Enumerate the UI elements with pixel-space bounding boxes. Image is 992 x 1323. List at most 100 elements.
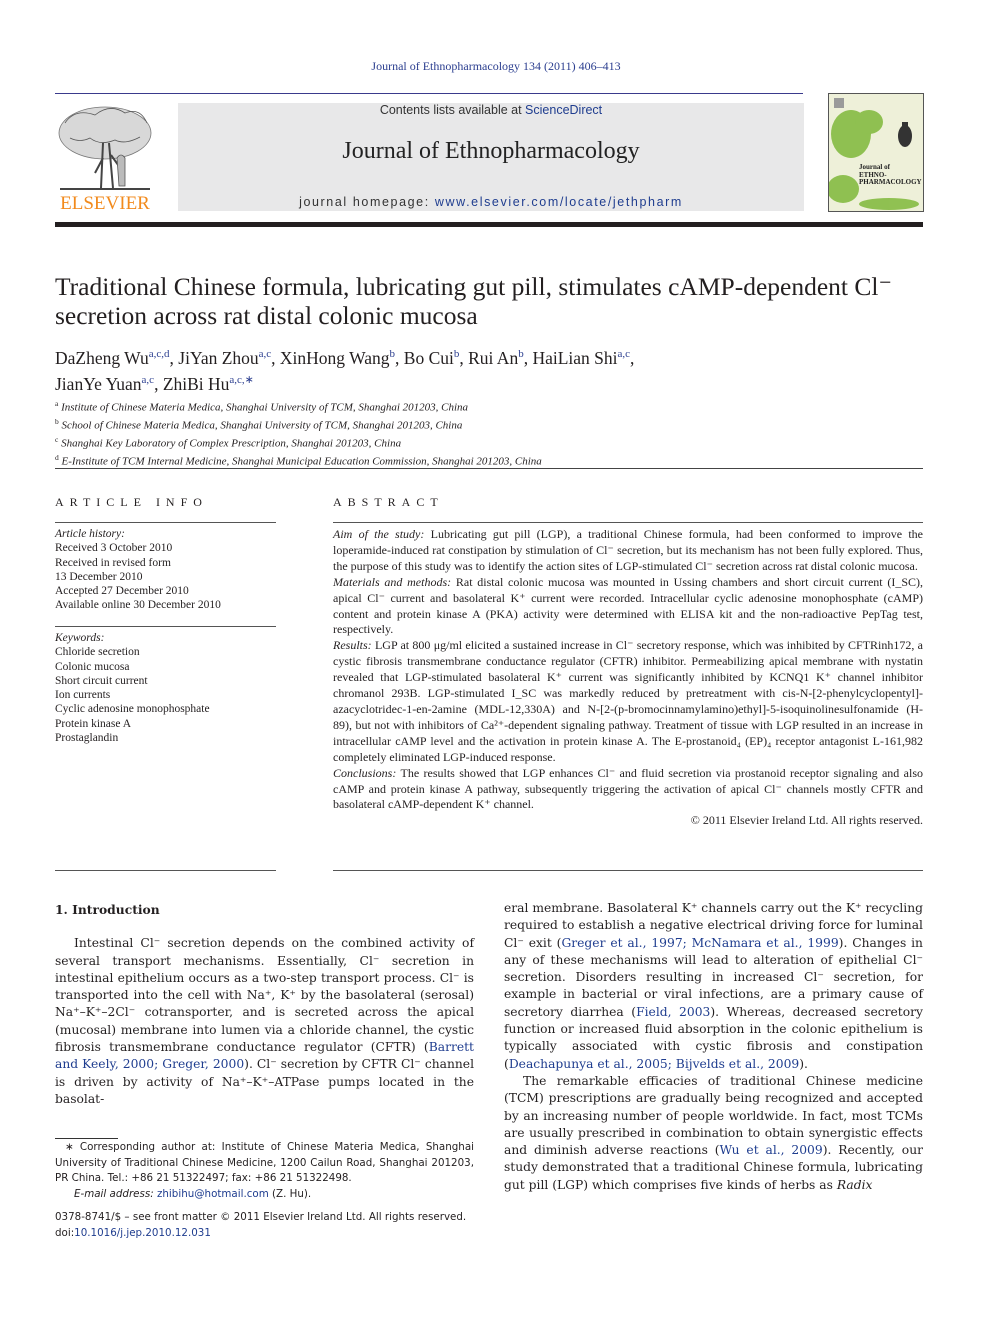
author: HaiLian Shia,c [532,348,630,368]
email-link[interactable]: zhibihu@hotmail.com [157,1188,269,1200]
paragraph-italic-text: Radix [836,1177,873,1192]
abstract-rule [333,522,923,523]
author-name: JiYan Zhou [178,347,259,368]
affiliation-text: Shanghai Key Laboratory of Complex Presc… [61,437,402,450]
abstract-section-lead: Aim of the study: [333,527,425,541]
keywords-rule [55,626,276,627]
abstract-section-results: Results: LGP at 800 μg/ml elicited a sus… [333,638,923,765]
author-affiliation-marks[interactable]: a,c,∗ [229,374,253,386]
abstract-section-text: The results showed that LGP enhances Cl⁻… [333,765,923,812]
author: Rui Anb [468,348,524,368]
history-item: Accepted 27 December 2010 [55,585,189,598]
body-paragraph: The remarkable efficacies of traditional… [504,1073,923,1194]
author-name: Rui An [468,347,519,368]
keyword: Chloride secretion [55,646,140,659]
keywords-heading: Keywords: [55,632,105,644]
affiliation-text: E-Institute of TCM Internal Medicine, Sh… [61,456,542,469]
contents-prefix: Contents lists available at [379,103,526,117]
affiliation-text: School of Chinese Materia Medica, Shangh… [61,419,463,432]
citation-link[interactable]: Greger et al., 1997; McNamara et al., 19… [561,936,838,950]
author-name: XinHong Wang [279,347,390,368]
history-item: Received in revised form [55,556,171,569]
history-item: Received 3 October 2010 [55,542,173,555]
citation-link[interactable]: Deachapunya et al., 2005; Bijvelds et al… [509,1057,799,1071]
author: Bo Cuib [404,348,460,368]
abstract-section-lead: Conclusions: [333,765,397,780]
article-info-end-rule [55,870,276,871]
header-thick-rule [55,222,923,227]
front-matter-text: 0378-8741/$ – see front matter © 2011 El… [55,1211,467,1223]
corresponding-author-text: ∗ Corresponding author at: Institute of … [55,1141,474,1184]
keyword: Prostaglandin [55,732,119,745]
cover-illustration-icon [829,98,919,210]
author-affiliation-marks[interactable]: b [390,348,396,360]
elsevier-logo[interactable]: ELSEVIER [55,103,155,215]
article-info-rule [55,522,276,523]
abstract-section-lead: Materials and methods: [333,574,452,589]
corresponding-author-footnote: ∗ Corresponding author at: Institute of … [55,1140,474,1202]
abstract-copyright: © 2011 Elsevier Ireland Ltd. All rights … [690,813,923,828]
article-title: Traditional Chinese formula, lubricating… [55,272,892,330]
email-label: E-mail address: [74,1187,154,1200]
affiliation-mark: c [55,435,59,445]
tree-icon [58,106,152,190]
article-info-label: ARTICLE INFO [55,495,208,509]
homepage-line: journal homepage: www.elsevier.com/locat… [178,195,804,209]
author-affiliation-marks[interactable]: a,c,d [149,348,170,360]
keyword: Short circuit current [55,674,148,687]
abstract-section-lead: Results: [333,638,372,653]
article-history: Article history: Received 3 October 2010… [55,527,276,613]
body-column-right: eral membrane. Basolateral K⁺ channels c… [504,900,923,1194]
author: JiYan Zhoua,c [178,348,271,368]
body-column-left: 1. Introduction Intestinal Cl⁻ secretion… [55,901,474,1108]
author-affiliation-marks[interactable]: a,c [618,348,631,360]
citation-link[interactable]: Wu et al., 2009 [720,1143,823,1157]
doi-label: doi: [55,1226,75,1239]
author-name: DaZheng Wu [55,347,149,368]
affiliation: d E-Institute of TCM Internal Medicine, … [55,451,935,469]
affiliation: b School of Chinese Materia Medica, Shan… [55,415,935,433]
footnote-rule [55,1138,118,1139]
affiliation-mark: b [55,417,59,427]
journal-cover-thumbnail[interactable]: Journal of ETHNO- PHARMACOLOGY [828,93,924,212]
cover-title-line: PHARMACOLOGY [859,178,922,186]
doi-link[interactable]: 10.1016/j.jep.2010.12.031 [74,1227,211,1239]
homepage-prefix: journal homepage: [299,195,435,209]
publisher-wordmark: ELSEVIER [60,193,150,214]
abstract-section-conclusions: Conclusions: The results showed that LGP… [333,766,923,814]
author-name: JianYe Yuan [55,373,142,394]
keyword: Colonic mucosa [55,660,130,673]
author-affiliation-marks[interactable]: a,c [142,374,155,386]
history-item: Available online 30 December 2010 [55,599,221,612]
email-suffix: (Z. Hu). [268,1187,312,1200]
doi-line: doi:10.1016/j.jep.2010.12.031 [55,1226,474,1242]
abstract-label: ABSTRACT [333,495,444,509]
abstract-section-text: LGP at 800 μg/ml elicited a sustained in… [333,638,923,764]
keyword: Protein kinase A [55,717,132,730]
contents-line: Contents lists available at ScienceDirec… [178,103,804,117]
abstract-body: Aim of the study: Lubricating gut pill (… [333,527,923,829]
email-line: E-mail address: zhibihu@hotmail.com (Z. … [55,1187,474,1203]
citation-link[interactable]: Field, 2003 [636,1005,710,1019]
author-affiliation-marks[interactable]: b [518,348,524,360]
running-head[interactable]: Journal of Ethnopharmacology 134 (2011) … [0,59,992,74]
keyword: Cyclic adenosine monophosphate [55,703,210,716]
author-affiliation-marks[interactable]: a,c [259,348,272,360]
history-item: 13 December 2010 [55,570,143,583]
author-affiliation-marks[interactable]: b [454,348,460,360]
author-name: HaiLian Shi [532,347,618,368]
paragraph-text: ). [799,1056,808,1071]
abstract-section-aim: Aim of the study: Lubricating gut pill (… [333,527,923,575]
affiliation: c Shanghai Key Laboratory of Complex Pre… [55,433,935,451]
journal-name: Journal of Ethnopharmacology [342,138,640,164]
affiliation-text: Institute of Chinese Materia Medica, Sha… [61,401,469,414]
author-list: DaZheng Wua,c,d, JiYan Zhoua,c, XinHong … [55,347,635,394]
author: ZhiBi Hua,c,∗ [163,374,254,394]
affiliations-rule [55,468,923,469]
homepage-link[interactable]: www.elsevier.com/locate/jethpharm [435,195,683,209]
keyword: Ion currents [55,689,111,702]
body-paragraph: Intestinal Cl⁻ secretion depends on the … [55,935,474,1108]
author: DaZheng Wua,c,d [55,348,170,368]
author: XinHong Wangb [280,348,395,368]
sciencedirect-link[interactable]: ScienceDirect [525,103,602,117]
